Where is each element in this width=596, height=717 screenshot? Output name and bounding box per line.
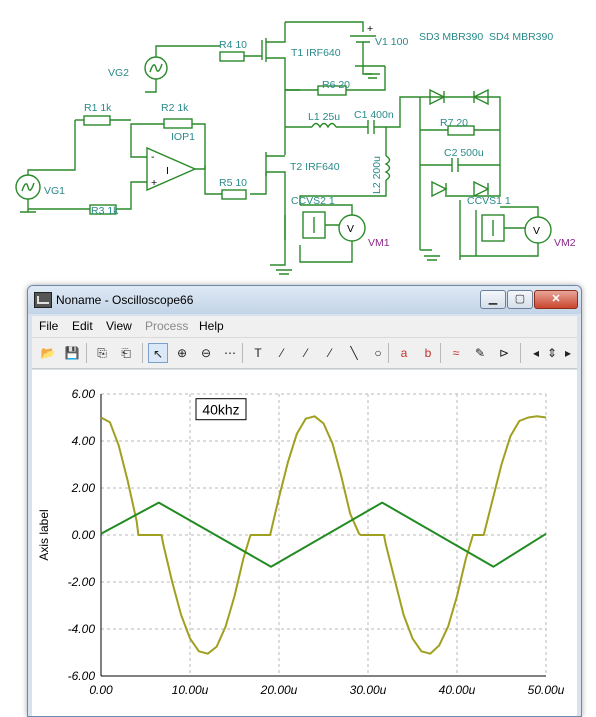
menu-view[interactable]: View (106, 319, 132, 333)
plot-area[interactable]: 6.00 4.00 2.00 0.00 -2.00 -4.00 -6.00 0.00 10.00… (32, 370, 577, 716)
x-tick-label: 30.00u (350, 683, 387, 697)
c1-capacitor (367, 120, 375, 134)
c2-capacitor (420, 158, 500, 172)
opamp-minus: - (151, 151, 155, 163)
minimize-button[interactable]: ▁ (480, 290, 506, 309)
r1-resistor (83, 115, 111, 126)
x-tick-label: 50.00u (528, 683, 565, 697)
zoom-in-icon[interactable]: ⊕ (172, 343, 192, 363)
title-bar[interactable]: Noname - Oscilloscope66 ▁ ▢ ✕ (28, 286, 581, 314)
label-vm2: VM2 (554, 237, 576, 249)
label-r7: R7 20 (440, 117, 468, 129)
oscilloscope-window: Noname - Oscilloscope66 ▁ ▢ ✕ File Edit … (27, 285, 582, 717)
opamp-plus: + (151, 177, 157, 189)
diode-4 (473, 180, 490, 198)
grid-icon[interactable]: ⋯ (220, 343, 240, 363)
l2-inductor (384, 155, 391, 181)
r2-resistor (163, 118, 193, 129)
circle-icon[interactable]: ○ (368, 343, 388, 363)
curve-label3-icon[interactable]: ⁄ (320, 343, 340, 363)
cursor-a-icon[interactable]: a (394, 343, 414, 363)
l1-inductor (311, 122, 337, 129)
label-v1: V1 100 (375, 36, 408, 48)
x-tick-label: 0.00 (89, 683, 113, 697)
zoom-out-icon[interactable]: ⊖ (196, 343, 216, 363)
toolbar-separator (242, 343, 243, 363)
waveform-chart[interactable]: 6.004.002.000.00-2.00-4.00-6.000.00 10.00… (32, 370, 577, 716)
opamp-symbol: I (166, 165, 169, 177)
label-r6: R6 20 (322, 79, 350, 91)
paste-icon[interactable]: ⎗ (116, 343, 136, 363)
x-tick-label: 40.00u (439, 683, 476, 697)
vm1-symbol: V (347, 223, 354, 235)
toolbar: 📂 💾 ⎘ ⎗ ↖ ⊕ ⊖ ⋯ T ⁄ ⁄ ⁄ ╲ ○ a b ≈ ✎ ⊳ ◂ ⇕ ▸ (32, 338, 577, 369)
pointer-icon[interactable]: ↖ (148, 343, 168, 363)
label-l1: L1 25u (308, 111, 340, 123)
add-curve-icon[interactable]: ≈ (446, 343, 466, 363)
menu-file[interactable]: File (39, 319, 58, 333)
curve-label-icon[interactable]: ⁄ (272, 343, 292, 363)
y-tick-label: -2.00 (68, 575, 96, 589)
vm2-symbol: V (533, 225, 540, 237)
label-r1: R1 1k (84, 102, 112, 114)
label-sd4: SD4 MBR390 (489, 31, 553, 43)
menu-process[interactable]: Process (145, 319, 188, 333)
save-icon[interactable]: 💾 (62, 343, 82, 363)
r5-resistor (221, 189, 247, 200)
t2-mosfet (265, 140, 286, 200)
label-vg2: VG2 (108, 67, 129, 79)
flag-icon[interactable]: ⊳ (494, 343, 514, 363)
y-tick-label: -6.00 (68, 669, 96, 683)
label-l2: L2 200u (371, 156, 383, 194)
probe-icon[interactable]: ✎ (470, 343, 490, 363)
circuit-schematic: R4 10 T1 IRF640 V1 100 + SD3 MBR390 SD4 … (15, 21, 576, 275)
toolbar-separator (388, 343, 389, 363)
v1-plus-sign: + (367, 23, 373, 35)
toolbar-separator (440, 343, 441, 363)
open-folder-icon[interactable]: 📂 (38, 343, 58, 363)
curve-label2-icon[interactable]: ⁄ (296, 343, 316, 363)
copy-icon[interactable]: ⎘ (92, 343, 112, 363)
label-t2: T2 IRF640 (290, 161, 340, 173)
diode-3 (431, 180, 448, 198)
y-tick-label: -4.00 (68, 622, 96, 636)
r4-resistor (219, 51, 245, 62)
line-icon[interactable]: ╲ (344, 343, 364, 363)
label-r2: R2 1k (161, 102, 189, 114)
y-tick-label: 4.00 (72, 434, 96, 448)
annotation-label: 40khz (202, 402, 239, 418)
arrow-right-icon[interactable]: ▸ (558, 343, 578, 363)
toolbar-separator (86, 343, 87, 363)
label-r5: R5 10 (219, 177, 247, 189)
menu-bar: File Edit View Process Help (32, 316, 577, 338)
text-icon[interactable]: T (248, 343, 268, 363)
label-iop1: IOP1 (171, 131, 195, 143)
close-button[interactable]: ✕ (534, 290, 578, 309)
menu-help[interactable]: Help (199, 319, 224, 333)
cursor-b-icon[interactable]: b (418, 343, 438, 363)
window-title: Noname - Oscilloscope66 (56, 293, 194, 307)
menu-edit[interactable]: Edit (72, 319, 93, 333)
y-tick-label: 0.00 (72, 528, 96, 542)
label-sd3: SD3 MBR390 (419, 31, 483, 43)
label-ccvs2: CCVS2 1 (291, 195, 335, 207)
label-c1: C1 400n (354, 109, 394, 121)
y-tick-label: 2.00 (71, 481, 96, 495)
t1-mosfet (265, 22, 286, 90)
x-tick-label: 20.00u (260, 683, 298, 697)
toolbar-separator (520, 343, 521, 363)
x-tick-label: 10.00u (172, 683, 209, 697)
y-axis-label: Axis label (37, 509, 51, 560)
label-vg1: VG1 (44, 185, 65, 197)
maximize-button[interactable]: ▢ (507, 290, 533, 309)
label-r4: R4 10 (219, 39, 247, 51)
label-r3: R3 1k (91, 205, 119, 217)
label-t1: T1 IRF640 (291, 47, 341, 59)
label-ccvs1: CCVS1 1 (467, 195, 511, 207)
label-vm1: VM1 (368, 237, 390, 249)
toolbar-separator (142, 343, 143, 363)
oscilloscope-app-icon (34, 292, 52, 308)
y-tick-label: 6.00 (72, 387, 96, 401)
label-c2: C2 500u (444, 147, 484, 159)
